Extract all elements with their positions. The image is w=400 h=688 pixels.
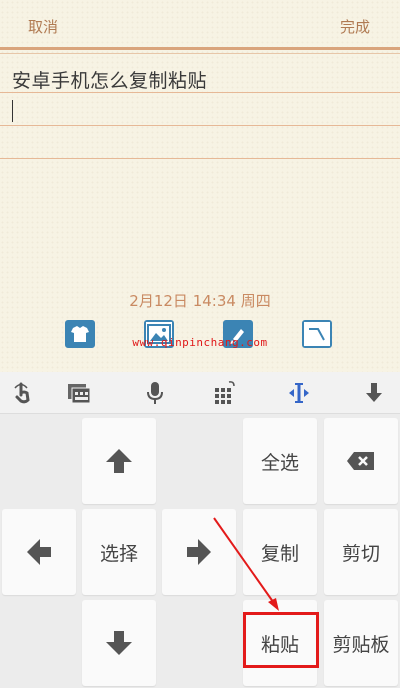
- note-editor: 取消 完成 安卓手机怎么复制粘贴 2月12日 14:34 周四 www.qinp…: [0, 0, 400, 372]
- hide-keyboard-icon[interactable]: [361, 380, 387, 406]
- note-text[interactable]: 安卓手机怎么复制粘贴: [12, 66, 207, 93]
- numpad-icon[interactable]: [212, 380, 238, 406]
- arrow-up-icon: [106, 449, 132, 473]
- copy-label: 复制: [260, 542, 299, 565]
- right-arrow-key[interactable]: [162, 509, 236, 595]
- microphone-icon[interactable]: [142, 380, 168, 406]
- keyboard-toolbar: [0, 372, 400, 414]
- backspace-icon: [347, 452, 374, 470]
- cancel-button[interactable]: 取消: [28, 16, 58, 37]
- clipboard-label: 剪贴板: [332, 633, 390, 656]
- pinyin-keyboard-icon[interactable]: [66, 380, 92, 406]
- text-cursor: [12, 100, 13, 122]
- select-label: 选择: [99, 542, 138, 565]
- cursor-icon[interactable]: [286, 380, 312, 406]
- note-date: 2月12日 14:34 周四: [129, 292, 271, 310]
- paste-label: 粘贴: [260, 633, 299, 656]
- ruled-line: [0, 158, 400, 159]
- select-all-button[interactable]: 全选: [243, 418, 317, 504]
- note-header: 取消 完成: [0, 0, 400, 54]
- left-arrow-key[interactable]: [2, 509, 76, 595]
- gesture-icon[interactable]: [11, 380, 37, 406]
- select-all-label: 全选: [260, 451, 299, 474]
- edit-keyboard: 全选 选择 复制 剪切 粘贴 剪贴板: [0, 414, 400, 688]
- down-arrow-key[interactable]: [82, 600, 156, 686]
- cut-button[interactable]: 剪切: [324, 509, 398, 595]
- paste-button[interactable]: 粘贴: [243, 600, 317, 686]
- clipboard-button[interactable]: 剪贴板: [324, 600, 398, 686]
- up-arrow-key[interactable]: [82, 418, 156, 504]
- select-button[interactable]: 选择: [82, 509, 156, 595]
- copy-button[interactable]: 复制: [243, 509, 317, 595]
- done-button[interactable]: 完成: [340, 16, 370, 37]
- ruled-line: [0, 125, 400, 126]
- delete-key[interactable]: [324, 418, 398, 504]
- arrow-down-icon: [106, 631, 132, 655]
- cut-label: 剪切: [341, 542, 380, 565]
- watermark: www.qinpinchang.com: [132, 336, 268, 349]
- arrow-right-icon: [187, 539, 211, 565]
- arrow-left-icon: [27, 539, 51, 565]
